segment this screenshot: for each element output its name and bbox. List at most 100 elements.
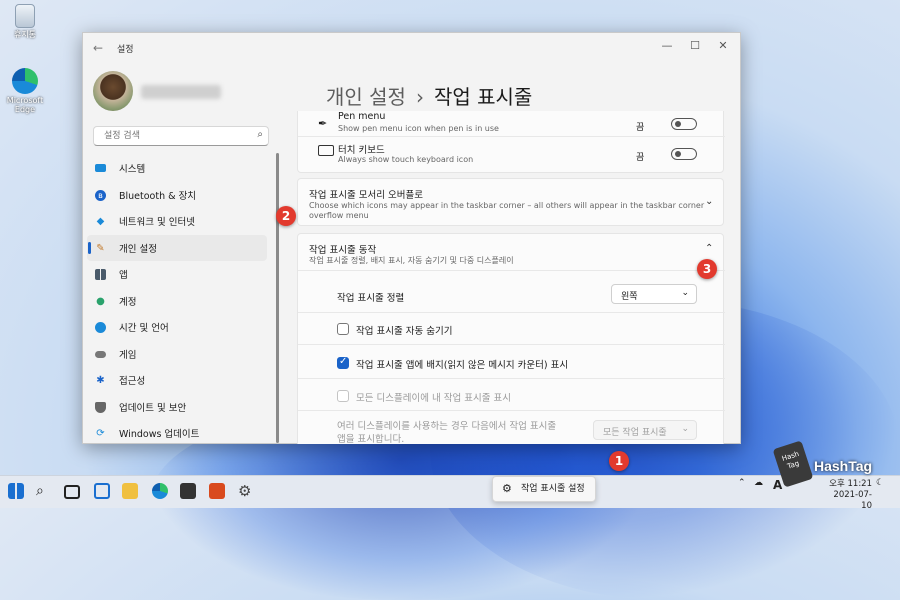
divider <box>298 136 725 137</box>
breadcrumb: 개인 설정 › 작업 표시줄 <box>326 81 532 110</box>
pen-menu-toggle[interactable] <box>671 118 697 130</box>
overflow-subtitle-line2: overflow menu <box>309 211 369 220</box>
search-input[interactable] <box>102 130 246 142</box>
auto-hide-label: 작업 표시줄 자동 숨기기 <box>356 326 453 337</box>
alignment-dropdown[interactable]: 왼쪽 ⌄ <box>611 284 697 304</box>
sidebar-item-update-security[interactable]: 업데이트 및 보안 <box>87 394 267 421</box>
taskbar-settings-tooltip[interactable]: ⚙ 작업 표시줄 설정 <box>492 476 596 502</box>
divider <box>298 378 725 379</box>
back-arrow-icon[interactable]: ← <box>93 41 103 55</box>
tray-chevron-up-icon[interactable]: ⌃ <box>738 478 746 488</box>
search-icon[interactable]: ⌕ <box>257 129 263 140</box>
all-displays-label: 모든 디스플레이에 내 작업 표시줄 표시 <box>356 393 511 404</box>
bluetooth-icon: ʙ <box>95 189 106 201</box>
chevron-up-icon[interactable]: ⌃ <box>705 243 713 254</box>
sidebar-item-label: Windows 업데이트 <box>119 429 200 441</box>
update-icon: ⟳ <box>96 428 105 439</box>
touch-keyboard-title: 터치 키보드 <box>338 145 385 156</box>
settings-gear-icon[interactable]: ⚙ <box>238 483 254 499</box>
sidebar-nav: 시스템 ʙ Bluetooth & 장치 ◆ 네트워크 및 인터넷 ✎ 개인 설… <box>83 155 273 447</box>
widgets-icon[interactable] <box>94 483 110 499</box>
overflow-subtitle-line1: Choose which icons may appear in the tas… <box>309 201 705 210</box>
breadcrumb-parent[interactable]: 개인 설정 <box>326 85 406 109</box>
sidebar-item-windows-update[interactable]: ⟳ Windows 업데이트 <box>87 420 267 447</box>
sidebar-item-accessibility[interactable]: ✱ 접근성 <box>87 367 267 394</box>
apps-icon <box>95 269 106 280</box>
recycle-bin-label: 휴지통 <box>13 30 37 39</box>
start-windows-icon[interactable] <box>8 483 24 499</box>
profile-name-blurred <box>141 85 221 99</box>
divider <box>298 312 725 313</box>
sidebar-item-label: 접근성 <box>119 376 146 388</box>
hashtag-brand: HashTag <box>814 458 873 474</box>
auto-hide-checkbox[interactable] <box>337 323 349 335</box>
edge-icon[interactable] <box>152 483 168 499</box>
file-explorer-icon[interactable] <box>122 483 138 499</box>
sidebar-item-system[interactable]: 시스템 <box>87 155 267 182</box>
sidebar-item-accounts[interactable]: ● 계정 <box>87 288 267 315</box>
maximize-button[interactable]: ☐ <box>685 39 705 52</box>
touch-keyboard-toggle[interactable] <box>671 148 697 160</box>
sidebar-item-time-language[interactable]: 시간 및 언어 <box>87 314 267 341</box>
chevron-down-icon[interactable]: ⌄ <box>705 196 713 207</box>
step-marker-3: 3 <box>697 259 717 279</box>
accessibility-icon: ✱ <box>96 375 105 386</box>
minimize-button[interactable]: — <box>657 39 677 52</box>
gamepad-icon <box>95 350 106 358</box>
multi-display-dropdown[interactable]: 모든 작업 표시줄 ⌄ <box>593 420 697 440</box>
window-title: 설정 <box>117 45 134 55</box>
divider <box>298 344 725 345</box>
taskbar-behaviors-card: 작업 표시줄 동작 작업 표시줄 정렬, 배지 표시, 자동 숨기기 및 다중 … <box>297 233 725 444</box>
tooltip-label: 작업 표시줄 설정 <box>521 484 585 494</box>
alignment-value: 왼쪽 <box>621 292 638 302</box>
sidebar-scrollbar[interactable] <box>276 153 279 443</box>
settings-window: ← 설정 — ☐ ✕ ⌕ 시스템 ʙ Bluetooth & 장치 ◆ 네트워크… <box>82 32 741 444</box>
search-icon[interactable]: ⌕ <box>36 483 52 499</box>
behaviors-subtitle: 작업 표시줄 정렬, 배지 표시, 자동 숨기기 및 다중 디스플레이 <box>309 256 514 265</box>
divider <box>298 270 725 271</box>
alignment-label: 작업 표시줄 정렬 <box>337 293 405 304</box>
sidebar-item-apps[interactable]: 앱 <box>87 261 267 288</box>
badges-label: 작업 표시줄 앱에 배지(읽지 않은 메시지 카운터) 표시 <box>356 360 569 371</box>
touch-keyboard-state: 끔 <box>636 153 645 163</box>
pen-menu-state: 끔 <box>636 123 645 133</box>
pen-menu-subtitle: Show pen menu icon when pen is in use <box>338 124 499 133</box>
corner-overflow-card[interactable]: 작업 표시줄 모서리 오버플로 Choose which icons may a… <box>297 178 724 226</box>
sidebar-item-bluetooth[interactable]: ʙ Bluetooth & 장치 <box>87 182 267 209</box>
multi-display-label-line1: 여러 디스플레이를 사용하는 경우 다음에서 작업 표시줄 <box>337 421 557 432</box>
all-displays-checkbox[interactable] <box>337 390 349 402</box>
wifi-icon: ◆ <box>96 216 105 227</box>
edge-icon <box>12 68 38 94</box>
sidebar-item-personalization[interactable]: ✎ 개인 설정 <box>87 234 267 261</box>
avatar[interactable] <box>93 71 133 111</box>
sidebar-item-label: 네트워크 및 인터넷 <box>119 217 195 229</box>
corner-icons-card: Pen menu ✒ Show pen menu icon when pen i… <box>297 111 725 173</box>
desktop-edge[interactable]: Microsoft Edge <box>2 68 48 114</box>
person-icon: ● <box>96 295 105 307</box>
task-view-icon[interactable] <box>64 485 80 499</box>
sidebar-item-gaming[interactable]: 게임 <box>87 341 267 368</box>
step-marker-1: 1 <box>609 451 629 471</box>
edge-label-line1: Microsoft <box>6 96 44 105</box>
content-pane: Pen menu ✒ Show pen menu icon when pen i… <box>297 111 725 444</box>
behaviors-title[interactable]: 작업 표시줄 동작 <box>309 242 376 256</box>
desktop-recycle-bin[interactable]: 휴지통 <box>2 4 48 39</box>
store-icon[interactable] <box>180 483 196 499</box>
hashtag-logo-icon: Hash Tag <box>772 440 814 488</box>
divider <box>298 410 725 411</box>
taskbar: ⌕ ⚙ <box>0 475 900 508</box>
search-box[interactable]: ⌕ <box>93 126 269 146</box>
multi-display-label-line2: 앱을 표시합니다. <box>337 434 405 444</box>
sidebar-item-label: 계정 <box>119 296 137 308</box>
sidebar-item-label: 업데이트 및 보안 <box>119 402 187 414</box>
badges-checkbox[interactable] <box>337 356 349 369</box>
close-button[interactable]: ✕ <box>713 39 733 52</box>
step-marker-2: 2 <box>276 206 296 226</box>
shield-icon <box>95 401 106 413</box>
office-icon[interactable] <box>209 483 225 499</box>
sidebar-item-label: 시간 및 언어 <box>119 323 169 335</box>
cloud-icon[interactable]: ☁ <box>754 478 763 488</box>
chevron-down-icon: ⌄ <box>681 424 689 434</box>
sidebar-item-network[interactable]: ◆ 네트워크 및 인터넷 <box>87 208 267 235</box>
title-bar[interactable]: ← 설정 — ☐ ✕ <box>83 33 740 63</box>
